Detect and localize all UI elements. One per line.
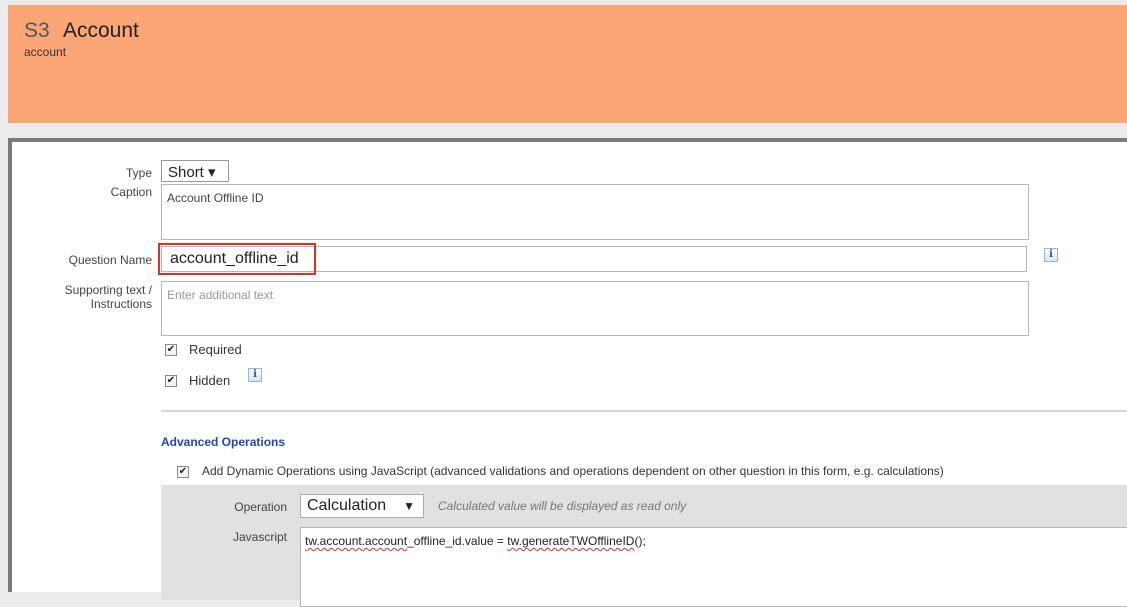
code-token-assign: _offline_id.value = — [407, 534, 508, 548]
question-name-highlight — [158, 243, 316, 275]
question-editor-panel: Type Short ▾ Caption Account Offline ID … — [8, 138, 1127, 607]
supporting-text-label: Supporting text / Instructions — [12, 283, 152, 311]
section-title: Account — [63, 19, 139, 42]
question-name-label: Question Name — [68, 253, 152, 267]
required-checkbox[interactable]: ✔ — [165, 344, 177, 356]
advanced-operations-title: Advanced Operations — [161, 435, 286, 449]
operation-hint: Calculated value will be displayed as re… — [438, 499, 687, 513]
operation-value: Calculation — [307, 497, 387, 514]
javascript-editor[interactable]: tw.account.account_offline_id.value = tw… — [300, 527, 1127, 607]
supporting-text-label-line1: Supporting text / — [64, 283, 152, 297]
caption-field[interactable]: Account Offline ID — [161, 184, 1029, 240]
javascript-label: Javascript — [232, 530, 287, 544]
section-id: S3 — [24, 19, 50, 42]
code-token-call: (); — [634, 534, 646, 548]
operation-select[interactable]: Calculation ▼ — [300, 494, 424, 518]
code-token-function: tw.generateTWOfflineID — [507, 534, 635, 548]
section-header: S3 Account account — [8, 5, 1127, 123]
question-name-info-icon[interactable]: i — [1044, 248, 1058, 262]
dynamic-operations-checkbox[interactable]: ✔ — [177, 466, 189, 478]
section-divider — [161, 410, 1127, 412]
dynamic-operations-label: Add Dynamic Operations using JavaScript … — [202, 464, 944, 478]
hidden-info-icon[interactable]: i — [248, 368, 262, 382]
chevron-down-icon: ▼ — [403, 499, 415, 513]
supporting-text-field[interactable]: Enter additional text — [161, 281, 1029, 336]
caption-label: Caption — [110, 185, 152, 199]
hidden-label: Hidden — [189, 373, 231, 388]
code-token-account: tw.account.account — [305, 534, 408, 548]
required-label: Required — [189, 342, 242, 357]
javascript-operation-box: Operation Calculation ▼ Calculated value… — [161, 485, 1127, 607]
type-label: Type — [125, 166, 152, 180]
hidden-checkbox[interactable]: ✔ — [165, 375, 177, 387]
supporting-text-label-line2: Instructions — [90, 297, 152, 311]
type-select[interactable]: Short ▾ — [161, 160, 229, 182]
operation-label: Operation — [234, 500, 287, 514]
section-subtitle: account — [24, 45, 67, 59]
